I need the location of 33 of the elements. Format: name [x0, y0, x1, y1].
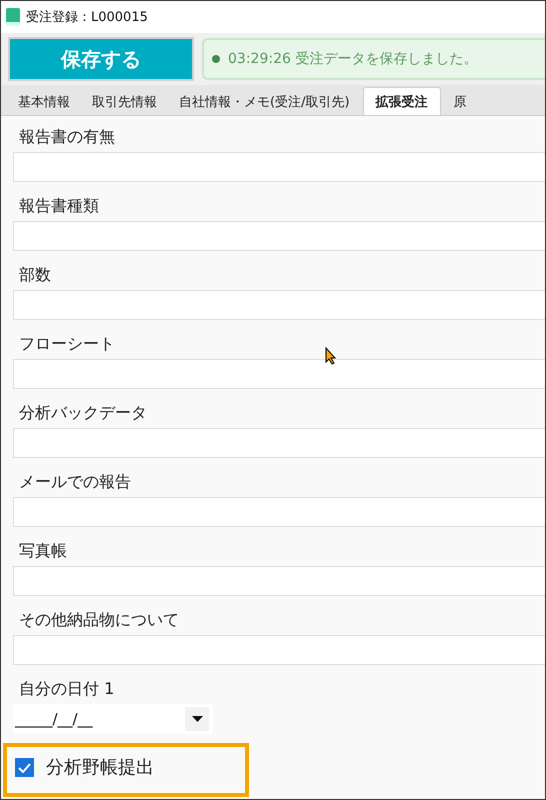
input-field[interactable]: [13, 290, 545, 320]
input-field[interactable]: [13, 152, 545, 182]
window-title: 受注登録：L000015: [26, 9, 148, 26]
tab[interactable]: 基本情報: [9, 89, 79, 115]
tab[interactable]: 拡張受注: [362, 87, 441, 115]
input-field[interactable]: [13, 635, 545, 665]
cursor-icon: [325, 347, 337, 365]
caret-icon: [192, 716, 202, 722]
status-dot-icon: [212, 55, 220, 63]
input-field[interactable]: [13, 221, 545, 251]
status-message: 03:29:26 受注データを保存しました。: [228, 50, 478, 68]
field-label: その他納品物について: [18, 609, 179, 631]
checkbox-label: 分析野帳提出: [46, 756, 154, 779]
tab[interactable]: 取引先情報: [83, 89, 166, 115]
tab[interactable]: 自社情報・メモ(受注/取引先): [170, 89, 359, 115]
field-label: 写真帳: [18, 540, 67, 562]
input-field[interactable]: [13, 497, 545, 527]
field-label: フローシート: [18, 333, 115, 355]
input-field[interactable]: [13, 566, 545, 596]
checkbox[interactable]: [15, 758, 34, 777]
field-label: 分析バックデータ: [18, 402, 147, 424]
field-label: 報告書種類: [18, 195, 99, 217]
app-icon: [6, 8, 20, 26]
field-label: メールでの報告: [18, 471, 131, 493]
dropdown-button[interactable]: [185, 707, 209, 731]
field-label: 部数: [18, 264, 51, 286]
input-field[interactable]: [13, 359, 545, 389]
tab[interactable]: 原: [444, 89, 476, 115]
checkmark-icon: [18, 762, 31, 772]
field-label: 報告書の有無: [18, 126, 115, 148]
input-field[interactable]: [13, 428, 545, 458]
field-label: 自分の日付 1: [18, 678, 114, 700]
date-field[interactable]: _____/__/__: [13, 704, 213, 734]
